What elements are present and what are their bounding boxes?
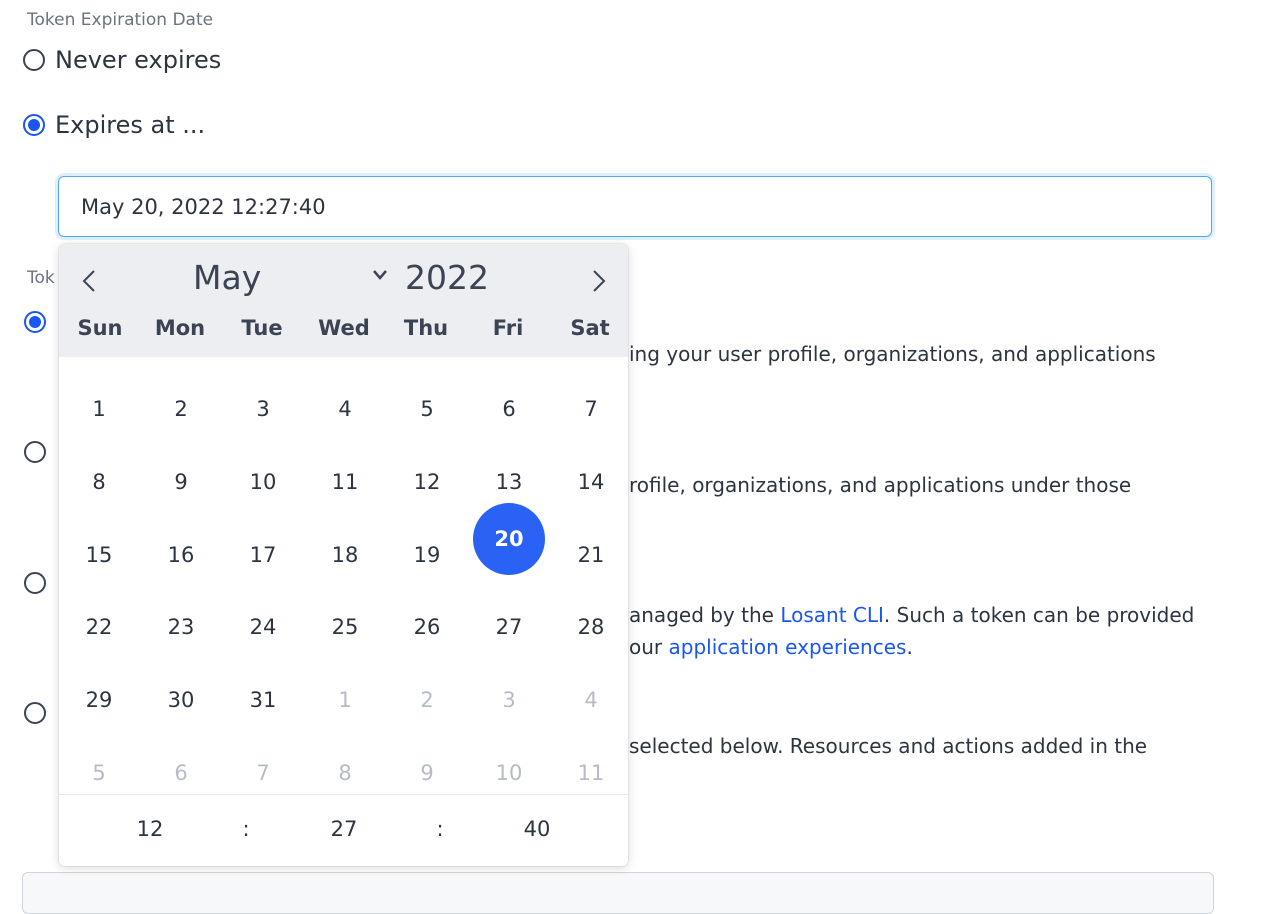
day-cell-next-month[interactable]: 4 <box>555 664 627 736</box>
time-separator: : <box>436 817 444 841</box>
day-cell[interactable]: 19 <box>391 519 463 591</box>
day-cell-next-month[interactable]: 2 <box>391 664 463 736</box>
day-cell[interactable]: 28 <box>555 591 627 663</box>
day-cell[interactable]: 18 <box>309 519 381 591</box>
day-cell[interactable]: 24 <box>227 591 299 663</box>
expiration-section-label: Token Expiration Date <box>27 10 214 30</box>
day-cell[interactable]: 21 <box>555 519 627 591</box>
expiration-date-value: May 20, 2022 12:27:40 <box>81 194 326 219</box>
day-cell[interactable]: 7 <box>555 373 627 445</box>
token-type-desc-5: selected below. Resources and actions ad… <box>629 734 1148 758</box>
day-cell[interactable]: 15 <box>63 519 135 591</box>
day-cell[interactable]: 10 <box>227 446 299 518</box>
desc-4-text-b: . <box>906 635 913 659</box>
weekday-sat: Sat <box>570 316 610 340</box>
never-expires-radio[interactable] <box>23 49 45 71</box>
next-month-icon[interactable] <box>583 266 613 296</box>
year-input[interactable]: 2022 <box>405 258 489 297</box>
selected-day-cell[interactable]: 20 <box>473 503 545 575</box>
day-cell[interactable]: 17 <box>227 519 299 591</box>
day-cell[interactable]: 2 <box>145 373 217 445</box>
day-cell-next-month[interactable]: 3 <box>473 664 545 736</box>
day-cell[interactable]: 29 <box>63 664 135 736</box>
expires-at-option[interactable]: Expires at ... <box>23 111 205 139</box>
token-type-desc-3: anaged by the Losant CLI. Such a token c… <box>629 603 1194 627</box>
day-cell[interactable]: 11 <box>309 446 381 518</box>
calendar-days-grid: 1 2 3 4 5 6 7 8 9 10 11 12 13 14 15 16 1… <box>59 357 628 793</box>
token-type-radio-3[interactable] <box>24 572 46 594</box>
day-cell[interactable]: 26 <box>391 591 463 663</box>
day-cell[interactable]: 27 <box>473 591 545 663</box>
day-cell[interactable]: 1 <box>63 373 135 445</box>
day-cell[interactable]: 25 <box>309 591 381 663</box>
hour-input[interactable]: 12 <box>135 817 165 841</box>
day-cell[interactable]: 8 <box>63 446 135 518</box>
day-cell[interactable]: 9 <box>145 446 217 518</box>
day-cell-next-month[interactable]: 1 <box>309 664 381 736</box>
chevron-down-icon[interactable] <box>372 268 388 282</box>
minute-input[interactable]: 27 <box>329 817 359 841</box>
weekday-mon: Mon <box>154 316 206 340</box>
resources-box <box>22 872 1214 914</box>
second-input[interactable]: 40 <box>522 817 552 841</box>
calendar-header: May 2022 Sun Mon Tue Wed Thu Fri Sat <box>59 244 628 357</box>
losant-cli-link[interactable]: Losant CLI <box>780 603 884 627</box>
date-picker-calendar: May 2022 Sun Mon Tue Wed Thu Fri Sat 1 2… <box>59 244 628 866</box>
expires-at-label: Expires at ... <box>55 111 206 139</box>
token-type-desc-2: rofile, organizations, and applications … <box>629 473 1132 497</box>
weekday-wed: Wed <box>318 316 370 340</box>
day-cell[interactable]: 4 <box>309 373 381 445</box>
day-cell[interactable]: 23 <box>145 591 217 663</box>
day-cell[interactable]: 6 <box>473 373 545 445</box>
weekday-sun: Sun <box>77 316 123 340</box>
day-cell[interactable]: 3 <box>227 373 299 445</box>
day-cell[interactable]: 14 <box>555 446 627 518</box>
token-type-desc-1: ing your user profile, organizations, an… <box>629 342 1156 366</box>
desc-3-text-b: . Such a token can be provided <box>883 603 1195 627</box>
day-cell[interactable]: 16 <box>145 519 217 591</box>
time-picker-row: 12 : 27 : 40 <box>59 794 628 866</box>
desc-4-text-a: our <box>629 635 669 659</box>
time-separator: : <box>242 817 250 841</box>
application-experiences-link[interactable]: application experiences <box>669 635 907 659</box>
weekday-fri: Fri <box>492 316 524 340</box>
desc-3-text-a: anaged by the <box>629 603 781 627</box>
day-cell[interactable]: 31 <box>227 664 299 736</box>
never-expires-option[interactable]: Never expires <box>23 46 221 74</box>
weekday-row: Sun Mon Tue Wed Thu Fri Sat <box>59 316 628 346</box>
day-cell[interactable]: 30 <box>145 664 217 736</box>
token-type-radio-1[interactable] <box>24 311 46 333</box>
weekday-thu: Thu <box>403 316 449 340</box>
weekday-tue: Tue <box>241 316 283 340</box>
token-type-radio-2[interactable] <box>24 441 46 463</box>
day-cell[interactable]: 12 <box>391 446 463 518</box>
never-expires-label: Never expires <box>55 46 222 74</box>
day-cell[interactable]: 5 <box>391 373 463 445</box>
expiration-date-input[interactable]: May 20, 2022 12:27:40 <box>58 176 1212 237</box>
day-cell[interactable]: 22 <box>63 591 135 663</box>
token-type-label: Tok <box>27 268 55 288</box>
month-select[interactable]: May <box>193 258 261 297</box>
expires-at-radio[interactable] <box>23 114 45 136</box>
prev-month-icon[interactable] <box>75 266 105 296</box>
token-type-desc-4: our application experiences. <box>629 635 913 659</box>
token-type-radio-4[interactable] <box>24 702 46 724</box>
